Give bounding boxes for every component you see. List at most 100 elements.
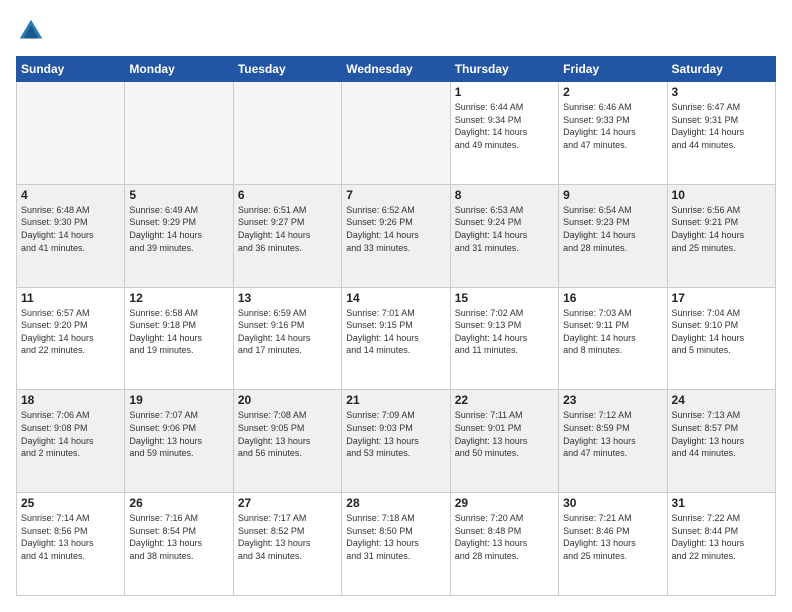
calendar-table: SundayMondayTuesdayWednesdayThursdayFrid…: [16, 56, 776, 596]
calendar-cell: 7 Sunrise: 6:52 AM Sunset: 9:26 PM Daylig…: [342, 184, 450, 287]
day-info: Sunrise: 7:20 AM Sunset: 8:48 PM Dayligh…: [455, 512, 554, 562]
calendar-cell: 22 Sunrise: 7:11 AM Sunset: 9:01 PM Dayli…: [450, 390, 558, 493]
day-info: Sunrise: 7:03 AM Sunset: 9:11 PM Dayligh…: [563, 307, 662, 357]
weekday-header-tuesday: Tuesday: [233, 57, 341, 82]
day-info: Sunrise: 7:16 AM Sunset: 8:54 PM Dayligh…: [129, 512, 228, 562]
day-info: Sunrise: 7:13 AM Sunset: 8:57 PM Dayligh…: [672, 409, 771, 459]
calendar-cell: 24 Sunrise: 7:13 AM Sunset: 8:57 PM Dayli…: [667, 390, 775, 493]
day-info: Sunrise: 7:11 AM Sunset: 9:01 PM Dayligh…: [455, 409, 554, 459]
day-info: Sunrise: 6:47 AM Sunset: 9:31 PM Dayligh…: [672, 101, 771, 151]
day-info: Sunrise: 6:59 AM Sunset: 9:16 PM Dayligh…: [238, 307, 337, 357]
day-number: 28: [346, 496, 445, 510]
calendar-cell: 10 Sunrise: 6:56 AM Sunset: 9:21 PM Dayli…: [667, 184, 775, 287]
day-info: Sunrise: 6:57 AM Sunset: 9:20 PM Dayligh…: [21, 307, 120, 357]
weekday-header-sunday: Sunday: [17, 57, 125, 82]
calendar-cell: [342, 82, 450, 185]
calendar-cell: 3Sunrise: 6:47 AM Sunset: 9:31 PM Daylig…: [667, 82, 775, 185]
day-number: 5: [129, 188, 228, 202]
day-info: Sunrise: 6:51 AM Sunset: 9:27 PM Dayligh…: [238, 204, 337, 254]
day-number: 27: [238, 496, 337, 510]
weekday-header-saturday: Saturday: [667, 57, 775, 82]
day-number: 21: [346, 393, 445, 407]
day-number: 26: [129, 496, 228, 510]
day-info: Sunrise: 6:44 AM Sunset: 9:34 PM Dayligh…: [455, 101, 554, 151]
day-number: 9: [563, 188, 662, 202]
logo-icon: [16, 16, 46, 46]
calendar-cell: 17Sunrise: 7:04 AM Sunset: 9:10 PM Dayli…: [667, 287, 775, 390]
calendar-cell: [233, 82, 341, 185]
calendar-cell: 30Sunrise: 7:21 AM Sunset: 8:46 PM Dayli…: [559, 493, 667, 596]
header: [16, 16, 776, 46]
weekday-header-thursday: Thursday: [450, 57, 558, 82]
day-number: 15: [455, 291, 554, 305]
calendar-cell: 28 Sunrise: 7:18 AM Sunset: 8:50 PM Dayli…: [342, 493, 450, 596]
calendar-cell: 12 Sunrise: 6:58 AM Sunset: 9:18 PM Dayli…: [125, 287, 233, 390]
day-number: 10: [672, 188, 771, 202]
day-number: 29: [455, 496, 554, 510]
calendar-cell: 15 Sunrise: 7:02 AM Sunset: 9:13 PM Dayli…: [450, 287, 558, 390]
calendar-cell: 25 Sunrise: 7:14 AM Sunset: 8:56 PM Dayli…: [17, 493, 125, 596]
day-info: Sunrise: 6:48 AM Sunset: 9:30 PM Dayligh…: [21, 204, 120, 254]
day-number: 16: [563, 291, 662, 305]
day-number: 13: [238, 291, 337, 305]
weekday-header-wednesday: Wednesday: [342, 57, 450, 82]
day-info: Sunrise: 7:22 AM Sunset: 8:44 PM Dayligh…: [672, 512, 771, 562]
day-info: Sunrise: 7:07 AM Sunset: 9:06 PM Dayligh…: [129, 409, 228, 459]
day-info: Sunrise: 7:02 AM Sunset: 9:13 PM Dayligh…: [455, 307, 554, 357]
calendar-cell: 11 Sunrise: 6:57 AM Sunset: 9:20 PM Dayli…: [17, 287, 125, 390]
day-info: Sunrise: 7:08 AM Sunset: 9:05 PM Dayligh…: [238, 409, 337, 459]
day-info: Sunrise: 6:49 AM Sunset: 9:29 PM Dayligh…: [129, 204, 228, 254]
day-info: Sunrise: 6:46 AM Sunset: 9:33 PM Dayligh…: [563, 101, 662, 151]
day-number: 12: [129, 291, 228, 305]
day-number: 19: [129, 393, 228, 407]
calendar-week-1: 1 Sunrise: 6:44 AM Sunset: 9:34 PM Daylig…: [17, 82, 776, 185]
day-info: Sunrise: 7:17 AM Sunset: 8:52 PM Dayligh…: [238, 512, 337, 562]
logo: [16, 16, 50, 46]
day-info: Sunrise: 6:52 AM Sunset: 9:26 PM Dayligh…: [346, 204, 445, 254]
day-number: 6: [238, 188, 337, 202]
calendar-cell: 9 Sunrise: 6:54 AM Sunset: 9:23 PM Daylig…: [559, 184, 667, 287]
day-info: Sunrise: 7:18 AM Sunset: 8:50 PM Dayligh…: [346, 512, 445, 562]
day-number: 7: [346, 188, 445, 202]
calendar-cell: 26 Sunrise: 7:16 AM Sunset: 8:54 PM Dayli…: [125, 493, 233, 596]
calendar-cell: 4Sunrise: 6:48 AM Sunset: 9:30 PM Daylig…: [17, 184, 125, 287]
calendar-cell: 6 Sunrise: 6:51 AM Sunset: 9:27 PM Daylig…: [233, 184, 341, 287]
day-number: 22: [455, 393, 554, 407]
calendar-cell: 16 Sunrise: 7:03 AM Sunset: 9:11 PM Dayli…: [559, 287, 667, 390]
calendar-header: SundayMondayTuesdayWednesdayThursdayFrid…: [17, 57, 776, 82]
day-info: Sunrise: 7:01 AM Sunset: 9:15 PM Dayligh…: [346, 307, 445, 357]
day-info: Sunrise: 6:54 AM Sunset: 9:23 PM Dayligh…: [563, 204, 662, 254]
page: SundayMondayTuesdayWednesdayThursdayFrid…: [0, 0, 792, 612]
calendar-cell: 31Sunrise: 7:22 AM Sunset: 8:44 PM Dayli…: [667, 493, 775, 596]
day-number: 17: [672, 291, 771, 305]
day-number: 18: [21, 393, 120, 407]
day-number: 11: [21, 291, 120, 305]
calendar-cell: 2 Sunrise: 6:46 AM Sunset: 9:33 PM Daylig…: [559, 82, 667, 185]
day-number: 8: [455, 188, 554, 202]
calendar-cell: 23Sunrise: 7:12 AM Sunset: 8:59 PM Dayli…: [559, 390, 667, 493]
day-number: 1: [455, 85, 554, 99]
day-number: 25: [21, 496, 120, 510]
calendar-cell: 19 Sunrise: 7:07 AM Sunset: 9:06 PM Dayli…: [125, 390, 233, 493]
day-info: Sunrise: 7:09 AM Sunset: 9:03 PM Dayligh…: [346, 409, 445, 459]
day-info: Sunrise: 7:14 AM Sunset: 8:56 PM Dayligh…: [21, 512, 120, 562]
day-info: Sunrise: 6:58 AM Sunset: 9:18 PM Dayligh…: [129, 307, 228, 357]
calendar-body: 1 Sunrise: 6:44 AM Sunset: 9:34 PM Daylig…: [17, 82, 776, 596]
day-number: 20: [238, 393, 337, 407]
day-number: 2: [563, 85, 662, 99]
calendar-cell: 20 Sunrise: 7:08 AM Sunset: 9:05 PM Dayli…: [233, 390, 341, 493]
day-number: 24: [672, 393, 771, 407]
calendar-cell: 5 Sunrise: 6:49 AM Sunset: 9:29 PM Daylig…: [125, 184, 233, 287]
calendar-cell: [17, 82, 125, 185]
day-info: Sunrise: 6:56 AM Sunset: 9:21 PM Dayligh…: [672, 204, 771, 254]
day-number: 14: [346, 291, 445, 305]
calendar-cell: 27 Sunrise: 7:17 AM Sunset: 8:52 PM Dayli…: [233, 493, 341, 596]
calendar-cell: 8Sunrise: 6:53 AM Sunset: 9:24 PM Daylig…: [450, 184, 558, 287]
weekday-header-friday: Friday: [559, 57, 667, 82]
calendar-cell: 18Sunrise: 7:06 AM Sunset: 9:08 PM Dayli…: [17, 390, 125, 493]
weekday-header-monday: Monday: [125, 57, 233, 82]
calendar-cell: [125, 82, 233, 185]
calendar-cell: 13 Sunrise: 6:59 AM Sunset: 9:16 PM Dayli…: [233, 287, 341, 390]
calendar-week-3: 11 Sunrise: 6:57 AM Sunset: 9:20 PM Dayli…: [17, 287, 776, 390]
calendar-cell: 14 Sunrise: 7:01 AM Sunset: 9:15 PM Dayli…: [342, 287, 450, 390]
